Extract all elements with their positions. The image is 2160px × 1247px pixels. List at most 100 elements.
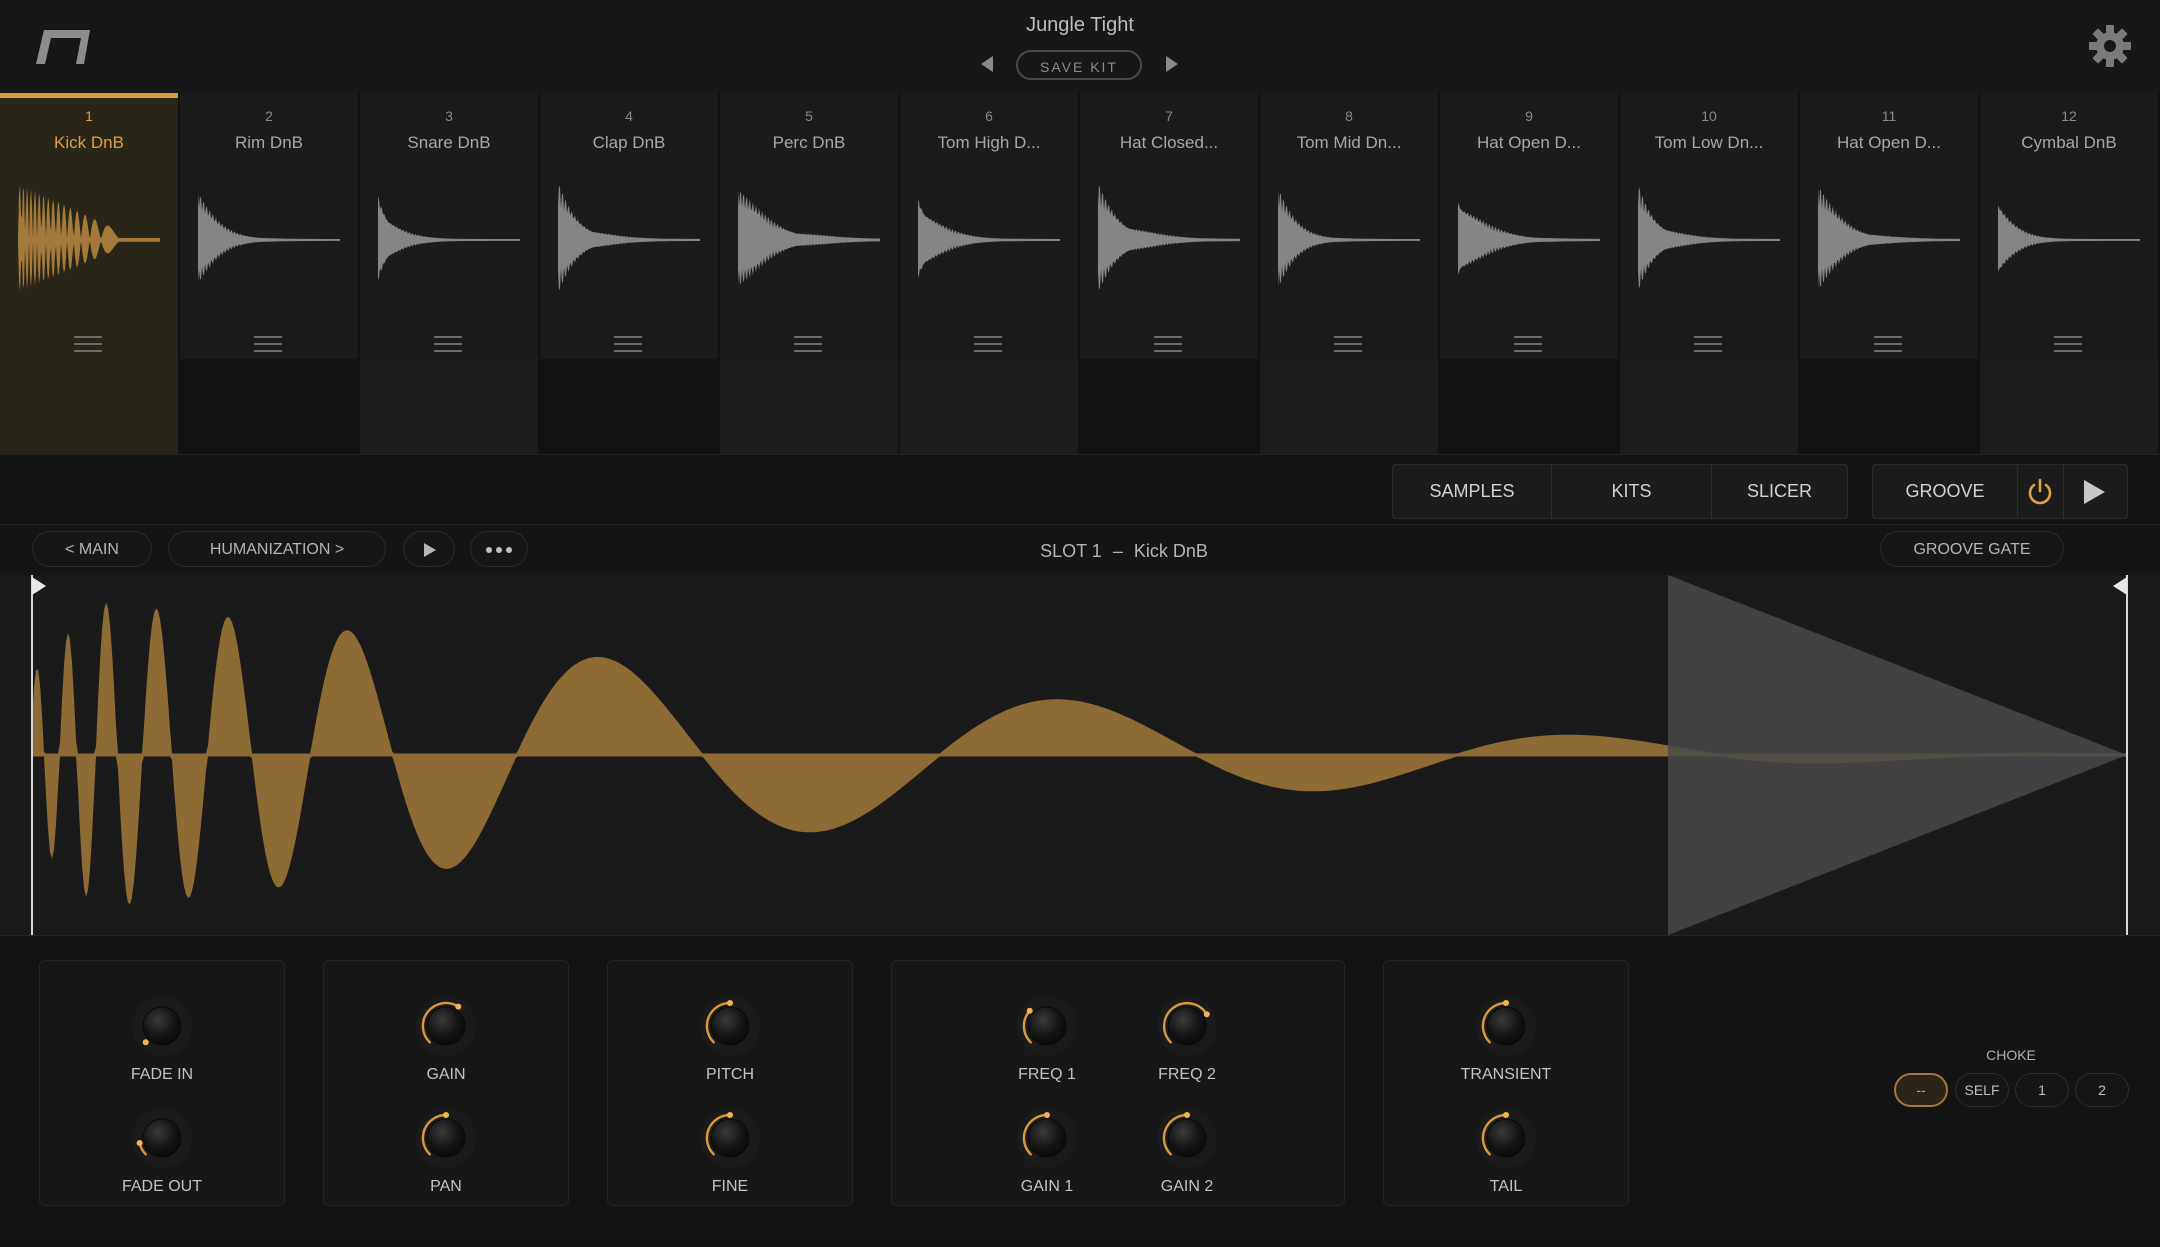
slot-6[interactable]: 6 Tom High D... (900, 93, 1078, 454)
slot-menu-icon[interactable] (434, 336, 462, 354)
slicer-button[interactable]: SLICER (1712, 465, 1847, 518)
groove-gate-button[interactable]: GROOVE GATE (1880, 531, 2064, 567)
slot-waveform (1278, 188, 1420, 288)
end-marker-icon[interactable] (2113, 577, 2129, 597)
slot-waveform (1818, 187, 1960, 289)
choke-group-1-button[interactable]: 1 (2015, 1073, 2069, 1107)
slot-waveform (198, 193, 340, 283)
slot-menu-icon[interactable] (1694, 336, 1722, 354)
gain1-label: GAIN 1 (1020, 1178, 1074, 1195)
slot-lower-area (1440, 359, 1618, 454)
slot-menu-icon[interactable] (74, 336, 102, 354)
slot-5[interactable]: 5 Perc DnB (720, 93, 898, 454)
choke-self-button[interactable]: SELF (1955, 1073, 2009, 1107)
transient-knob[interactable] (1469, 989, 1543, 1063)
slot-separator: – (1112, 541, 1123, 561)
divider (2063, 465, 2064, 518)
gain1-knob[interactable] (1010, 1101, 1084, 1175)
slot-menu-icon[interactable] (974, 336, 1002, 354)
gain-knob[interactable] (409, 989, 483, 1063)
slot-number: 7 (1165, 108, 1173, 124)
slot-number: 3 (445, 108, 453, 124)
slot-menu-icon[interactable] (1514, 336, 1542, 354)
freq1-label: FREQ 1 (1018, 1066, 1076, 1083)
slot-menu-icon[interactable] (614, 336, 642, 354)
kit-name: Jungle Tight (1026, 14, 1134, 36)
previous-kit-arrow-icon[interactable] (981, 56, 993, 72)
freq2-knob[interactable] (1150, 989, 1224, 1063)
slot-3[interactable]: 3 Snare DnB (360, 93, 538, 454)
slot-name: Tom High D... (937, 133, 1041, 152)
slot-menu-icon[interactable] (2054, 336, 2082, 354)
slot-12[interactable]: 12 Cymbal DnB (1980, 93, 2158, 454)
slot-lower-area (180, 359, 358, 454)
slot-7[interactable]: 7 Hat Closed... (1080, 93, 1258, 454)
slot-number: 10 (1701, 108, 1717, 124)
slot-name: Hat Open D... (1477, 133, 1581, 152)
tail-knob[interactable] (1469, 1101, 1543, 1175)
gear-icon[interactable] (2088, 24, 2132, 68)
slot-menu-icon[interactable] (1874, 336, 1902, 354)
slot-9[interactable]: 9 Hat Open D... (1440, 93, 1618, 454)
slot-menu-icon[interactable] (1154, 336, 1182, 354)
sample-controls: CHOKE -- SELF 1 2 FADE IN FADE OUT GAIN PAN… (0, 935, 2160, 1247)
save-kit-button[interactable]: SAVE KIT (1016, 50, 1142, 80)
transient-label: TRANSIENT (1460, 1066, 1552, 1083)
gain-label: GAIN (426, 1066, 466, 1083)
slot-waveform (918, 199, 1060, 278)
samples-button[interactable]: SAMPLES (1393, 465, 1551, 518)
power-icon[interactable] (2025, 477, 2055, 507)
slot-menu-icon[interactable] (254, 336, 282, 354)
slot-sample-name: Kick DnB (1133, 541, 1208, 561)
play-icon[interactable] (2081, 479, 2107, 505)
slot-menu-icon[interactable] (794, 336, 822, 354)
slot-name: Rim DnB (234, 133, 303, 152)
slot-lower-area (1800, 359, 1978, 454)
groove-button[interactable]: GROOVE (1873, 465, 2017, 518)
fade-in-knob[interactable] (125, 989, 199, 1063)
waveform-editor[interactable] (0, 575, 2160, 935)
pitch-knob[interactable] (693, 989, 767, 1063)
slot-number: 4 (625, 108, 633, 124)
choke-off-button[interactable]: -- (1894, 1073, 1948, 1107)
slot-lower-area (540, 359, 718, 454)
slot-name: Hat Closed... (1119, 133, 1219, 152)
slot-waveform (18, 184, 160, 292)
slot-name: Tom Low Dn... (1654, 133, 1764, 152)
slot-title: SLOT 1 – Kick DnB (0, 541, 2160, 562)
gain2-knob[interactable] (1150, 1101, 1224, 1175)
slot-2[interactable]: 2 Rim DnB (180, 93, 358, 454)
fade-out-label: FADE OUT (121, 1178, 202, 1195)
slot-number: 5 (805, 108, 813, 124)
slot-10[interactable]: 10 Tom Low Dn... (1620, 93, 1798, 454)
next-kit-arrow-icon[interactable] (1166, 56, 1178, 72)
sample-toolbar: < MAIN HUMANIZATION > SLOT 1 – Kick DnB … (0, 524, 2160, 576)
gain2-label: GAIN 2 (1160, 1178, 1214, 1195)
slot-name: Perc DnB (772, 133, 846, 152)
slot-lower-area (1080, 359, 1258, 454)
choke-group-2-button[interactable]: 2 (2075, 1073, 2129, 1107)
slot-menu-icon[interactable] (1334, 336, 1362, 354)
slot-name: Hat Open D... (1837, 133, 1941, 152)
slot-1[interactable]: 1 Kick DnB (0, 93, 178, 454)
groove-group: GROOVE (1872, 464, 2128, 519)
slot-lower-area (1620, 359, 1798, 454)
start-marker-icon[interactable] (32, 577, 48, 597)
fine-knob[interactable] (693, 1101, 767, 1175)
slot-4[interactable]: 4 Clap DnB (540, 93, 718, 454)
slot-lower-area (900, 359, 1078, 454)
slot-11[interactable]: 11 Hat Open D... (1800, 93, 1978, 454)
slot-number: SLOT 1 (1040, 541, 1102, 561)
slot-lower-area (1260, 359, 1438, 454)
tail-label: TAIL (1489, 1178, 1523, 1195)
kits-button[interactable]: KITS (1552, 465, 1711, 518)
fade-out-knob[interactable] (125, 1101, 199, 1175)
pan-knob[interactable] (409, 1101, 483, 1175)
slot-number: 11 (1881, 108, 1897, 124)
slot-number: 12 (2061, 108, 2077, 124)
waveform-canvas[interactable] (0, 575, 2160, 935)
slot-waveform (378, 196, 520, 281)
slot-name: Tom Mid Dn... (1296, 133, 1402, 152)
freq1-knob[interactable] (1010, 989, 1084, 1063)
slot-8[interactable]: 8 Tom Mid Dn... (1260, 93, 1438, 454)
